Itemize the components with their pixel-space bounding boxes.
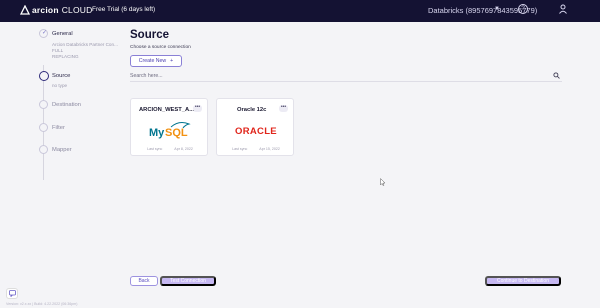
search-input[interactable] — [130, 71, 530, 81]
svg-text:ORACLE: ORACLE — [235, 126, 277, 137]
create-new-label: Create New — [138, 58, 167, 64]
chevron-down-icon[interactable]: ▼ — [494, 6, 500, 12]
oracle-logo: ORACLE — [235, 126, 277, 137]
last-sync-date: Apr 15, 2022 — [259, 147, 280, 151]
step-filter-title[interactable]: Filter — [52, 125, 65, 131]
connection-card[interactable]: Oracle 12c ••• ORACLE Last sync Apr 15, … — [216, 98, 294, 156]
step-mapper-title[interactable]: Mapper — [52, 147, 72, 153]
last-sync-info: Last sync Apr 8, 2022 — [131, 147, 209, 151]
step-mapper-indicator — [39, 145, 48, 154]
search-bar — [130, 70, 562, 82]
last-sync-label: Last sync — [147, 147, 163, 151]
user-icon[interactable] — [558, 4, 568, 14]
page-title: Source — [130, 29, 169, 41]
chat-widget[interactable] — [6, 288, 18, 299]
connection-name: ARCION_WEST_A... — [139, 107, 195, 113]
last-sync-info: Last sync Apr 15, 2022 — [217, 147, 295, 151]
chat-icon — [8, 290, 16, 297]
step-general-sub-3: REPLACING — [52, 54, 79, 59]
brand[interactable]: arcion CLOUD — [20, 5, 92, 15]
step-destination-indicator — [39, 100, 48, 109]
mysql-logo: My SQL — [149, 122, 191, 139]
check-icon: ✓ — [42, 30, 48, 36]
plus-icon: + — [170, 58, 174, 64]
brand-name: arcion — [32, 5, 59, 15]
step-source-sub: no type — [52, 83, 68, 88]
connection-card[interactable]: ARCION_WEST_A... ••• My SQL Last sync Ap… — [130, 98, 208, 156]
top-navigation-bar: arcion CLOUD Free Trial (6 days left) Da… — [0, 0, 600, 22]
test-connection-button[interactable]: Test Connection — [160, 276, 216, 286]
mouse-cursor-icon — [380, 178, 386, 186]
help-icon[interactable]: ? — [518, 4, 528, 14]
trial-status: Free Trial (6 days left) — [92, 6, 156, 13]
more-options-icon[interactable]: ••• — [193, 105, 202, 112]
svg-text:SQL: SQL — [165, 127, 188, 139]
svg-text:My: My — [149, 127, 165, 139]
step-destination-title[interactable]: Destination — [52, 102, 81, 108]
step-source-indicator — [39, 71, 49, 81]
brand-sub: CLOUD — [61, 5, 93, 15]
arcion-logo-icon — [20, 5, 30, 15]
back-button[interactable]: Back — [130, 276, 158, 286]
version-text: Version: v2.x.xx | Build: 4.22.2022 (06:… — [6, 302, 78, 306]
continue-button[interactable]: Continue to Destination — [485, 276, 561, 286]
search-icon[interactable] — [553, 72, 560, 79]
page-subtitle: Choose a source connection — [130, 45, 191, 50]
more-options-icon[interactable]: ••• — [279, 105, 288, 112]
last-sync-date: Apr 8, 2022 — [174, 147, 193, 151]
step-general-indicator: ✓ — [39, 29, 48, 38]
last-sync-label: Last sync — [232, 147, 248, 151]
step-source-title[interactable]: Source — [52, 73, 70, 79]
create-new-button[interactable]: Create New + — [130, 55, 182, 67]
step-filter-indicator — [39, 123, 48, 132]
stepper-sidebar: ✓ General Arcion Databricks Partner Con.… — [0, 22, 120, 308]
step-general-title[interactable]: General — [52, 31, 73, 37]
